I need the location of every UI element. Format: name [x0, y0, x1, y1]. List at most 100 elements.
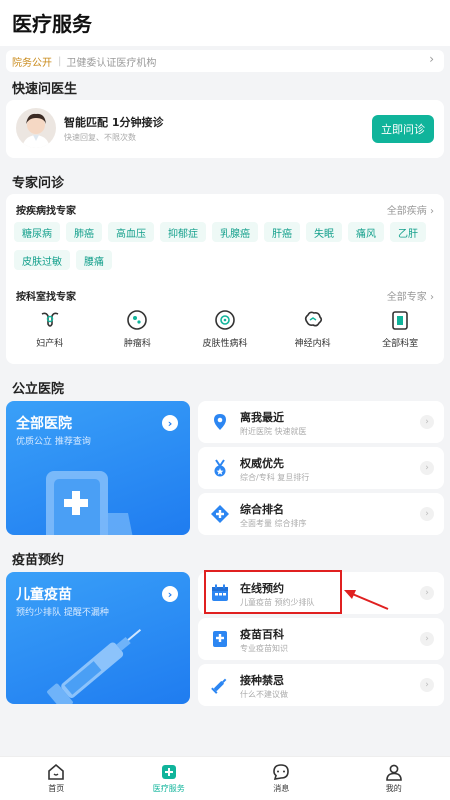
row-title: 综合排名: [240, 503, 284, 516]
chevron-right-icon: ›: [420, 461, 434, 475]
dept-label: 肿瘤科: [123, 339, 151, 349]
tab-messages[interactable]: 消息: [225, 757, 338, 800]
arrow-right-icon: ›: [162, 586, 178, 602]
quick-consult-card[interactable]: 智能匹配 1分钟接诊 快速回复、不限次数 立即问诊: [6, 100, 444, 158]
row-title: 接种禁忌: [240, 674, 284, 687]
dept-label: 神经内科: [294, 339, 331, 349]
child-vaccine-title: 儿童疫苗: [16, 587, 72, 603]
all-diseases-label: 全部疾病: [386, 206, 427, 217]
all-hospitals-title: 全部医院: [16, 416, 72, 432]
uterus-icon: [41, 312, 59, 327]
dept-dermatology[interactable]: 皮肤性病科: [181, 308, 269, 349]
syringe-icon: [211, 678, 227, 694]
by-dept-title: 按科室找专家: [16, 292, 76, 303]
dept-label: 皮肤性病科: [202, 339, 248, 349]
row-sub: 综合/专科 复旦排行: [240, 473, 310, 482]
chevron-right-icon: ›: [420, 507, 434, 521]
chevron-right-icon: ›: [420, 415, 434, 429]
notice-tag: 院务公开: [12, 57, 52, 69]
all-hospitals-card[interactable]: 全部医院 优质公立 推荐查询 ›: [6, 401, 190, 535]
chevron-right-icon: ›: [420, 586, 434, 600]
row-sub: 全面考量 综合排序: [240, 519, 307, 528]
vaccine-wiki-row[interactable]: 疫苗百科 专业疫苗知识 ›: [198, 618, 444, 660]
dept-label: 全部科室: [382, 339, 419, 349]
disease-chip[interactable]: 失眠: [306, 222, 342, 242]
arrow-left-icon: [344, 590, 389, 610]
section-title-quick: 快速问医生: [12, 82, 78, 97]
syringe-illustration-icon: [47, 628, 142, 704]
disease-chip[interactable]: 腰痛: [76, 250, 112, 270]
notice-bar[interactable]: 院务公开 | 卫健委认证医疗机构 ›: [6, 50, 444, 72]
skin-icon: [215, 310, 235, 330]
chevron-right-icon: ›: [429, 52, 434, 66]
home-icon: [48, 763, 65, 780]
ranking-row[interactable]: 综合排名 全面考量 综合排序 ›: [198, 493, 444, 535]
all-hospitals-sub: 优质公立 推荐查询: [16, 437, 91, 447]
tab-medical[interactable]: 医疗服务: [113, 757, 226, 800]
location-icon: [214, 414, 226, 430]
contraindications-row[interactable]: 接种禁忌 什么不建议做 ›: [198, 664, 444, 706]
notice-text: 卫健委认证医疗机构: [66, 57, 157, 69]
authority-row[interactable]: 权威优先 综合/专科 复旦排行 ›: [198, 447, 444, 489]
disease-chip[interactable]: 乳腺癌: [212, 222, 258, 242]
disease-chips: 糖尿病 肺癌 高血压 抑郁症 乳腺癌 肝癌 失眠 痛风 乙肝 皮肤过敏 腰痛: [14, 222, 434, 278]
dept-all[interactable]: 全部科室: [356, 308, 444, 349]
section-title-hospital: 公立医院: [12, 382, 65, 397]
tumor-icon: [127, 310, 148, 330]
tab-label: 医疗服务: [152, 784, 185, 793]
highlight-box: [204, 570, 342, 614]
disease-chip[interactable]: 皮肤过敏: [14, 250, 70, 270]
dept-neurology[interactable]: 神经内科: [269, 308, 357, 349]
page-title: 医疗服务: [12, 12, 92, 36]
nearest-hospital-row[interactable]: 离我最近 附近医院 快速就医 ›: [198, 401, 444, 443]
disease-chip[interactable]: 糖尿病: [14, 222, 60, 242]
quick-subline: 快速回复、不限次数: [64, 133, 136, 142]
row-title: 疫苗百科: [240, 628, 284, 641]
consult-now-button[interactable]: 立即问诊: [372, 115, 434, 143]
row-sub: 什么不建议做: [240, 690, 288, 699]
bottom-tab-bar: 首页 医疗服务 消息 我的: [0, 756, 450, 800]
disease-chip[interactable]: 肝癌: [264, 222, 300, 242]
tab-home[interactable]: 首页: [0, 757, 113, 800]
department-row: 妇产科 肿瘤科 皮肤性病科 神经内科 全部科室: [6, 308, 444, 349]
expert-card: 按疾病找专家 全部疾病 › 糖尿病 肺癌 高血压 抑郁症 乳腺癌 肝癌 失眠 痛…: [6, 194, 444, 364]
chevron-right-icon: ›: [420, 632, 434, 646]
medal-icon: [214, 459, 226, 477]
disease-chip[interactable]: 乙肝: [390, 222, 426, 242]
all-experts-label: 全部专家: [386, 292, 427, 303]
row-sub: 附近医院 快速就医: [240, 427, 307, 436]
doctor-avatar: [16, 108, 56, 148]
chevron-right-icon: ›: [420, 678, 434, 692]
disease-chip[interactable]: 高血压: [108, 222, 154, 242]
top-bar: 医疗服务: [0, 0, 450, 46]
dept-label: 妇产科: [36, 339, 64, 349]
row-title: 权威优先: [240, 457, 284, 470]
disease-chip[interactable]: 抑郁症: [160, 222, 206, 242]
disease-chip[interactable]: 痛风: [348, 222, 384, 242]
quick-headline: 智能匹配 1分钟接诊: [64, 116, 164, 129]
arrow-right-icon: ›: [162, 415, 178, 431]
book-icon: [213, 631, 227, 647]
brain-icon: [304, 311, 322, 327]
child-vaccine-card[interactable]: 儿童疫苗 预约少排队 提醒不漏种 ›: [6, 572, 190, 704]
profile-icon: [385, 764, 402, 781]
notice-divider: |: [58, 55, 62, 67]
all-experts-link[interactable]: 全部专家 ›: [387, 288, 434, 303]
disease-chip[interactable]: 肺癌: [66, 222, 102, 242]
clipboard-icon: [392, 311, 408, 330]
child-vaccine-sub: 预约少排队 提醒不漏种: [16, 608, 109, 618]
tab-profile[interactable]: 我的: [338, 757, 450, 800]
dept-oncology[interactable]: 肿瘤科: [94, 308, 182, 349]
diamond-icon: [211, 505, 229, 523]
row-title: 离我最近: [240, 411, 284, 424]
row-sub: 专业疫苗知识: [240, 644, 288, 653]
tab-label: 我的: [385, 784, 402, 793]
tab-label: 首页: [48, 784, 65, 793]
section-title-expert: 专家问诊: [12, 176, 65, 191]
hospital-illustration-icon: [46, 471, 133, 535]
message-icon: [273, 764, 290, 780]
tab-label: 消息: [273, 784, 290, 793]
dept-obgyn[interactable]: 妇产科: [6, 308, 94, 349]
all-diseases-link[interactable]: 全部疾病 ›: [387, 202, 434, 217]
section-title-vaccine: 疫苗预约: [12, 553, 65, 568]
